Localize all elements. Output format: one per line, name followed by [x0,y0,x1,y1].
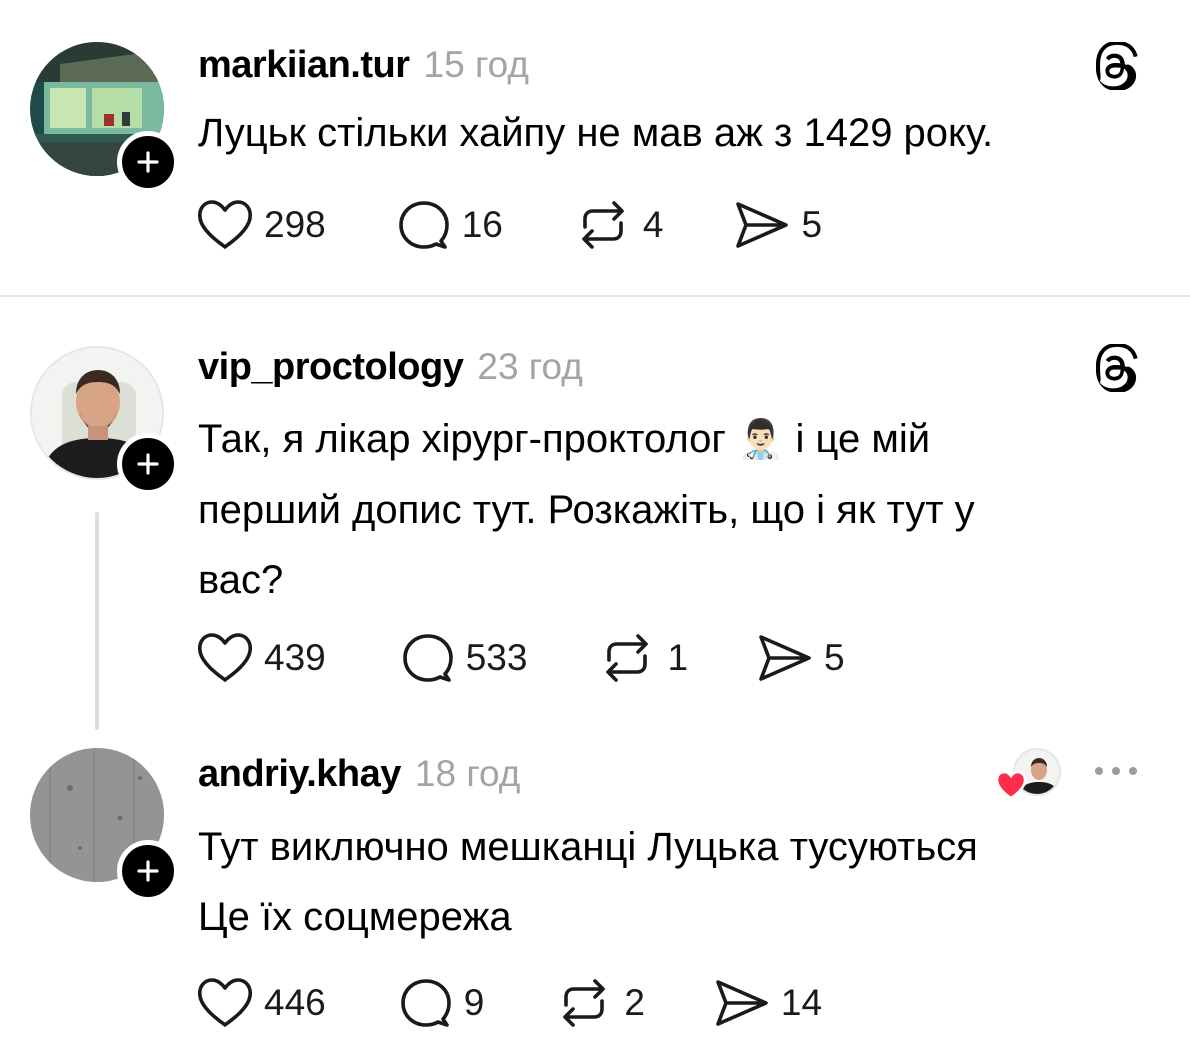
follow-button[interactable] [117,433,179,495]
post-text: Так, я лікар хірург-проктолог 👨🏻‍⚕️ і це… [198,404,1158,615]
reply-icon [398,201,449,249]
divider [0,295,1190,297]
heart-icon [198,200,252,249]
like-count: 446 [264,982,326,1023]
share-button[interactable]: 5 [733,199,822,251]
repost-count: 2 [624,982,645,1023]
reply-count: 9 [463,982,485,1023]
plus-icon [137,453,159,475]
threads-logo-icon[interactable] [1096,42,1140,90]
doctor-emoji: 👨🏻‍⚕️ [737,419,785,461]
repost-button[interactable]: 4 [573,197,664,253]
repost-count: 4 [642,204,664,245]
share-icon [736,202,789,248]
reply-icon [402,634,453,682]
post-text-rest: перший допис тут. Розкажіть, що і як тут… [198,488,975,602]
heart-icon [198,633,252,682]
post-text: Луцьк стільки хайпу не мав аж з 1429 рок… [198,111,994,155]
reply-count: 533 [465,637,528,678]
share-count: 14 [780,982,823,1023]
heart-icon [198,978,252,1027]
action-bar: 298 16 4 5 [196,197,822,253]
post-header: andriy.khay 18 год [198,753,520,796]
post-text-part2: і це мій [784,417,931,461]
post-header: vip_proctology 23 год [198,346,583,389]
like-button[interactable]: 446 [196,977,326,1029]
share-icon [716,980,768,1026]
repost-icon [563,979,606,1027]
timestamp: 15 год [423,44,530,85]
thread-line [95,512,99,730]
heart-icon [995,770,1027,800]
timestamp: 18 год [414,753,521,794]
action-bar: 446 9 2 14 [196,975,822,1031]
reply-count: 16 [461,204,503,245]
repost-icon [606,634,649,682]
reply-button[interactable]: 9 [398,975,485,1031]
share-count: 5 [824,637,845,678]
like-count: 298 [264,204,326,245]
repost-button[interactable]: 1 [597,630,688,686]
action-bar: 439 533 1 5 [196,630,845,686]
reply-button[interactable]: 16 [396,197,503,253]
reply-icon [400,979,451,1027]
share-icon [759,635,811,681]
share-button[interactable]: 5 [756,632,845,684]
liked-by-author[interactable] [995,748,1065,800]
repost-icon [582,201,624,249]
repost-count: 1 [667,637,689,678]
username[interactable]: markiian.tur [198,44,410,87]
like-button[interactable]: 298 [196,199,326,251]
plus-icon [137,151,159,173]
username[interactable]: andriy.khay [198,753,401,796]
like-count: 439 [264,637,326,678]
follow-button[interactable] [117,131,179,193]
threads-logo-icon[interactable] [1096,344,1140,392]
post-text: Тут виключно мешканці Луцька тусуються Ц… [198,825,978,939]
post-text-part1: Так, я лікар хірург-проктолог [198,417,726,461]
repost-button[interactable]: 2 [554,975,645,1031]
share-count: 5 [801,204,823,245]
plus-icon [137,860,159,882]
reply-button[interactable]: 533 [400,630,528,686]
post-header: markiian.tur 15 год [198,44,529,87]
like-button[interactable]: 439 [196,632,326,684]
username[interactable]: vip_proctology [198,346,464,389]
follow-button[interactable] [117,840,179,902]
share-button[interactable]: 14 [713,977,822,1029]
more-icon[interactable] [1092,764,1140,778]
timestamp: 23 год [477,346,583,387]
